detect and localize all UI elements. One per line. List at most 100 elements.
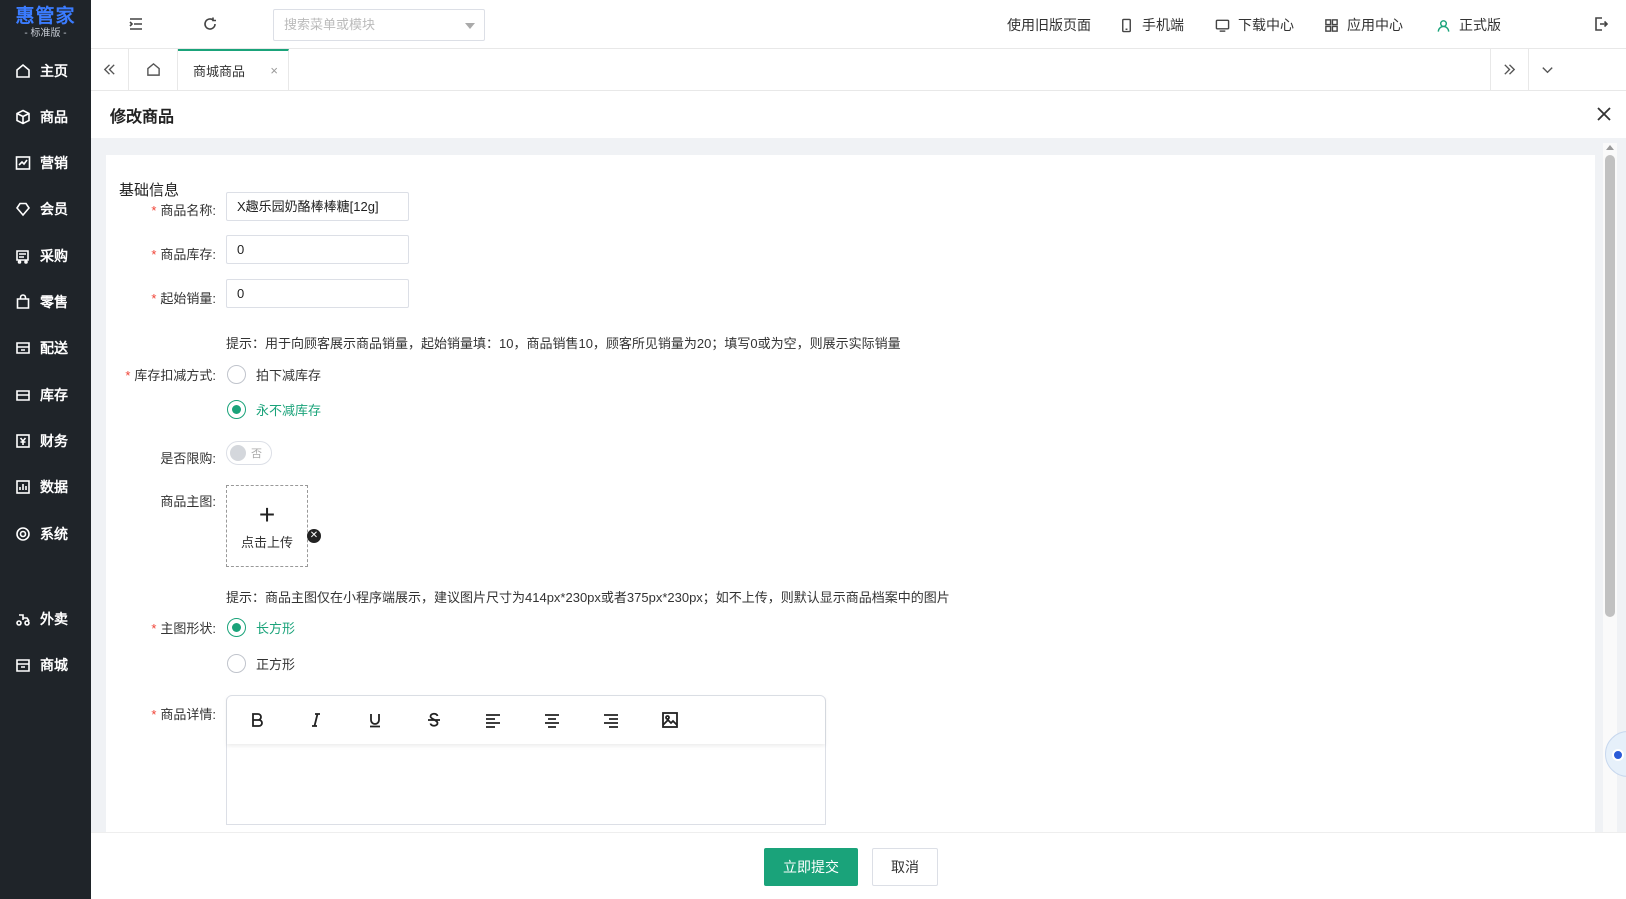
radio-label: 正方形: [256, 657, 296, 672]
sidebar: 惠管家 - 标准版 - 主页 商品 营销 会员 采购 零售 配送 库存 财务 数…: [0, 0, 91, 899]
upload-label: 点击上传: [240, 534, 293, 550]
radio-button[interactable]: [227, 365, 246, 384]
old-page-link[interactable]: 使用旧版页面: [1007, 15, 1091, 35]
image-upload-button[interactable]: + 点击上传: [226, 485, 308, 567]
sidebar-item-inventory[interactable]: 库存: [0, 373, 91, 417]
required-mark: *: [125, 368, 131, 383]
required-mark: *: [151, 247, 157, 262]
radio-label: 拍下减库存: [256, 368, 322, 383]
image-label: 商品主图:: [160, 494, 216, 509]
apps-label: 应用中心: [1347, 17, 1403, 33]
sidebar-item-label: 商品: [40, 109, 68, 125]
bold-icon[interactable]: [243, 706, 271, 734]
search-placeholder: 搜索菜单或模块: [284, 17, 376, 32]
mobile-phone-icon: [1122, 18, 1131, 32]
sidebar-item-label: 库存: [40, 387, 68, 403]
version-link[interactable]: 正式版: [1436, 15, 1501, 35]
sidebar-item-data[interactable]: 数据: [0, 465, 91, 509]
detail-label: * 商品详情:: [106, 704, 216, 723]
mobile-link[interactable]: 手机端: [1119, 15, 1184, 35]
finance-icon: [14, 432, 32, 450]
sidebar-item-retail[interactable]: 零售: [0, 280, 91, 324]
underline-icon[interactable]: [361, 706, 389, 734]
sidebar-item-goods[interactable]: 商品: [0, 95, 91, 139]
sidebar-item-finance[interactable]: 财务: [0, 419, 91, 463]
goods-name-input[interactable]: X趣乐园奶酪棒棒糖[12g]: [226, 192, 409, 221]
sidebar-item-member[interactable]: 会员: [0, 187, 91, 231]
brand-edition: - 标准版 -: [24, 27, 67, 39]
logout-icon[interactable]: [1592, 15, 1610, 33]
limit-purchase-toggle[interactable]: 否: [226, 441, 272, 465]
sidebar-item-mall[interactable]: 商城: [0, 643, 91, 687]
required-mark: *: [151, 291, 157, 306]
deduct-option-never[interactable]: 永不减库存: [227, 400, 321, 419]
italic-icon[interactable]: [302, 706, 330, 734]
form-card: 基础信息 * 商品名称: X趣乐园奶酪棒棒糖[12g] * 商品库存: 0 * 起始销…: [106, 155, 1595, 835]
radio-button-selected[interactable]: [227, 400, 246, 419]
radio-button[interactable]: [227, 654, 246, 673]
required-mark: *: [151, 707, 157, 722]
tabs-more-chevron-down-icon[interactable]: [1528, 49, 1566, 90]
form-footer: 立即提交 取消: [91, 832, 1626, 899]
app-center-link[interactable]: 应用中心: [1324, 15, 1403, 35]
version-label: 正式版: [1459, 17, 1501, 33]
detail-label-text: 商品详情:: [160, 707, 216, 722]
stock-input[interactable]: 0: [226, 235, 409, 264]
sidebar-item-purchase[interactable]: 采购: [0, 234, 91, 278]
image-icon[interactable]: [656, 706, 684, 734]
download-center-link[interactable]: 下载中心: [1215, 15, 1294, 35]
remove-image-icon[interactable]: ✕: [307, 529, 321, 543]
close-icon[interactable]: [1594, 104, 1614, 124]
rich-text-editor[interactable]: [226, 695, 826, 825]
shape-label-text: 主图形状:: [160, 621, 216, 636]
stock-label: * 商品库存:: [106, 244, 216, 263]
align-center-icon[interactable]: [538, 706, 566, 734]
top-bar: 搜索菜单或模块 使用旧版页面 手机端 下载中心 应用中心 正式版: [91, 0, 1626, 49]
align-right-icon[interactable]: [597, 706, 625, 734]
sidebar-item-label: 商城: [40, 657, 68, 673]
radio-button-selected[interactable]: [227, 618, 246, 637]
delivery-icon: [14, 339, 32, 357]
menu-collapse-icon[interactable]: [127, 15, 145, 33]
sidebar-item-marketing[interactable]: 营销: [0, 141, 91, 185]
sidebar-item-label: 采购: [40, 248, 68, 264]
sidebar-item-delivery[interactable]: 配送: [0, 326, 91, 370]
start-sales-input[interactable]: 0: [226, 279, 409, 308]
radio-label: 永不减库存: [256, 403, 322, 418]
tab-mall-goods[interactable]: 商城商品 ×: [178, 49, 289, 90]
refresh-icon[interactable]: [201, 15, 219, 33]
submit-button[interactable]: 立即提交: [764, 848, 858, 886]
sidebar-item-system[interactable]: 系统: [0, 512, 91, 556]
toggle-knob: [230, 445, 246, 461]
app-root: 惠管家 - 标准版 - 主页 商品 营销 会员 采购 零售 配送 库存 财务 数…: [0, 0, 1626, 899]
scrollbar-thumb[interactable]: [1605, 155, 1615, 617]
name-label-text: 商品名称:: [160, 203, 216, 218]
deduct-option-on-order[interactable]: 拍下减库存: [227, 365, 321, 384]
tabs-scroll-left-icon[interactable]: [91, 49, 129, 90]
shape-option-square[interactable]: 正方形: [227, 654, 295, 673]
menu-search-select[interactable]: 搜索菜单或模块: [273, 9, 485, 41]
tab-close-icon[interactable]: ×: [270, 63, 278, 78]
store-icon: [14, 656, 32, 674]
shape-option-rectangle[interactable]: 长方形: [227, 618, 295, 637]
page-content: 修改商品 基础信息 * 商品名称: X趣乐园奶酪棒棒糖[12g] * 商品库存: 0…: [91, 91, 1626, 899]
sidebar-item-label: 外卖: [40, 611, 68, 627]
sidebar-item-label: 系统: [40, 526, 68, 542]
brand-logo[interactable]: 惠管家 - 标准版 -: [0, 0, 91, 46]
sidebar-item-label: 主页: [40, 63, 68, 79]
section-title: 基础信息: [119, 182, 180, 199]
cancel-button[interactable]: 取消: [872, 848, 938, 886]
home-tab-icon[interactable]: [129, 49, 178, 90]
sidebar-item-takeout[interactable]: 外卖: [0, 597, 91, 641]
stock-label-text: 商品库存:: [160, 247, 216, 262]
align-left-icon[interactable]: [479, 706, 507, 734]
diamond-icon: [14, 200, 32, 218]
strikethrough-icon[interactable]: [420, 706, 448, 734]
chevron-down-icon: [465, 23, 475, 29]
scroll-up-icon[interactable]: [1606, 145, 1614, 150]
sidebar-item-home[interactable]: 主页: [0, 49, 91, 93]
radio-label: 长方形: [256, 621, 296, 636]
deduct-label-text: 库存扣减方式:: [134, 368, 216, 383]
tabs-scroll-right-icon[interactable]: [1490, 49, 1528, 90]
grid-apps-icon: [1325, 18, 1338, 32]
